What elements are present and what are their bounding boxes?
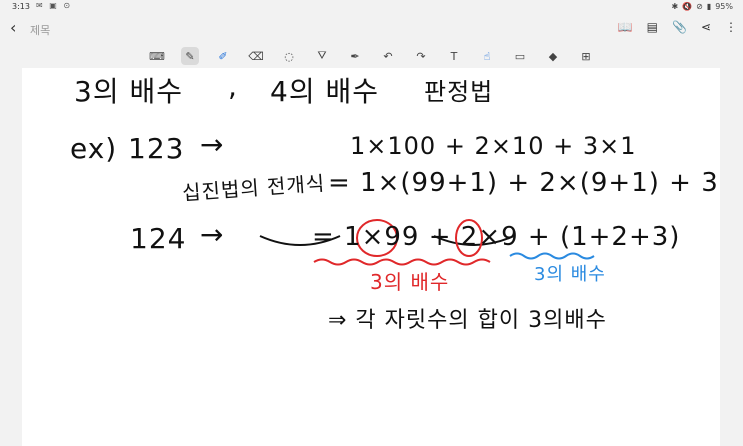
handwriting-strokes [259,219,595,266]
back-icon[interactable]: ‹ [10,18,16,37]
fill-pen-icon[interactable]: ✒ [346,47,364,65]
equation-line-2: = 1×99 + 2×9 + (1+2+3) [312,222,681,252]
keyboard-icon[interactable]: ⌨ [148,47,166,65]
expansion-line: 1×100 + 2×10 + 3×1 [350,132,637,160]
status-right: ✱ 🔇 ⊘ ▮ 95% [671,2,733,11]
arrow-1: → [200,128,225,161]
red-label-multiple-3: 3의 배수 [370,270,450,294]
eraser-icon[interactable]: ⌫ [247,47,265,65]
text-icon[interactable]: T [445,47,463,65]
app-actions: 📖 ▤ 📎 ⋖ ⋮ [618,20,737,34]
status-bar: 3:13 ✉ ▣ ⊙ ✱ 🔇 ⊘ ▮ 95% [0,0,743,14]
redo-icon[interactable]: ↷ [412,47,430,65]
share-icon[interactable]: ⋖ [701,20,711,34]
page-icon[interactable]: ▤ [647,20,658,34]
example-number-123: 123 [128,132,185,165]
wifi-off-icon: ⊘ [696,2,703,11]
example-label: ex) [70,132,118,165]
note-title[interactable]: 제목 [30,22,50,38]
red-wavy-underline [313,258,491,266]
conclusion-line: ⇒ 각 자릿수의 합이 3의배수 [328,308,607,333]
battery-icon: ▮ [706,2,712,11]
note-canvas[interactable]: 3의 배수 , 4의 배수 판정법 ex) 123 → 1×100 + 2×10… [22,68,720,446]
lasso-icon[interactable]: ◌ [280,47,298,65]
book-icon[interactable]: 📖 [618,20,633,34]
drawing-toolbar: ⌨ ✎ ✐ ⌫ ◌ ⛛ ✒ ↶ ↷ T ☝ ▭ ◆ ⊞ [0,44,743,68]
insert-icon[interactable]: ⊞ [577,47,595,65]
battery-level: 95% [715,2,733,11]
touch-pen-icon[interactable]: ☝ [478,47,496,65]
mute-icon: 🔇 [682,2,693,11]
blue-label-multiple-3: 3의 배수 [534,264,606,285]
text-box-icon[interactable]: ▭ [511,47,529,65]
line1-test-method: 판정법 [424,78,494,106]
line1-multiple-4: 4의 배수 [270,75,379,108]
blue-wavy-underline [509,252,595,260]
line1-multiple-3: 3의 배수 [74,75,183,108]
bluetooth-icon: ✱ [671,2,679,11]
line1-separator: , [228,70,238,103]
pen-icon[interactable]: ✎ [181,47,199,65]
color-icon[interactable]: ◆ [544,47,562,65]
attach-icon[interactable]: 📎 [672,20,687,34]
notification-icons: ✉ ▣ ⊙ [36,1,73,10]
undo-icon[interactable]: ↶ [379,47,397,65]
shape-icon[interactable]: ⛛ [313,47,331,65]
example-number-124: 124 [130,222,187,255]
arrow-2: → [200,218,225,251]
equation-line-1: = 1×(99+1) + 2×(9+1) + 3 [328,168,719,198]
highlighter-icon[interactable]: ✐ [214,47,232,65]
app-bar: ‹ 제목 📖 ▤ 📎 ⋖ ⋮ [0,14,743,44]
status-time: 3:13 [12,2,30,11]
more-icon[interactable]: ⋮ [725,20,737,34]
